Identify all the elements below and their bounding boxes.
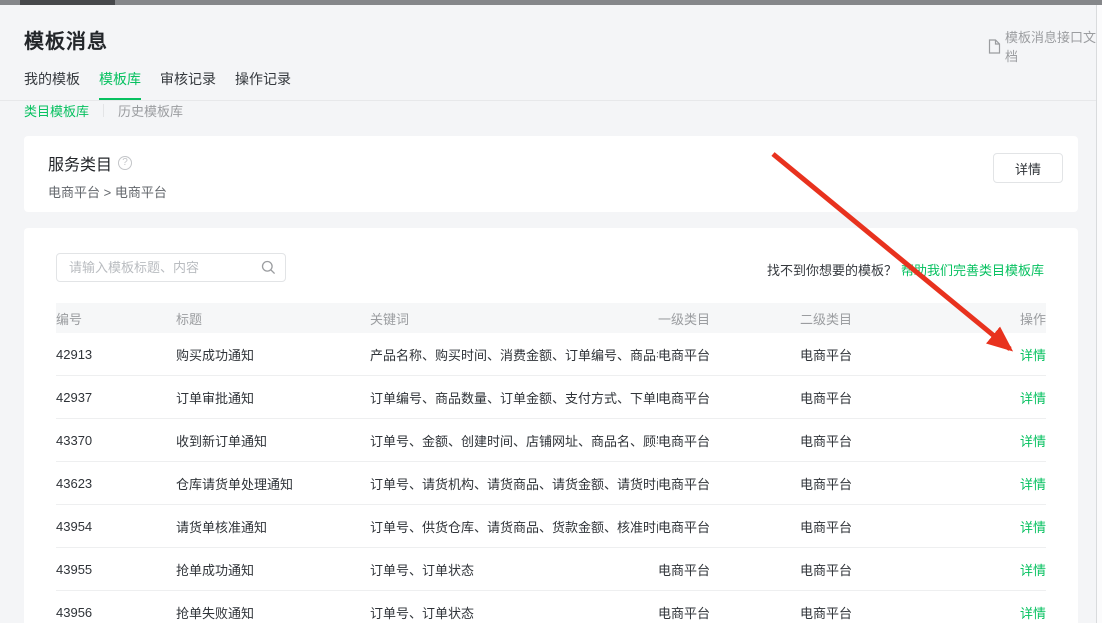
col-header-cat2: 二级类目 bbox=[800, 309, 986, 328]
cell-keywords: 订单号、供货仓库、请货商品、货款金额、核准时间 bbox=[370, 517, 658, 536]
row-detail-link[interactable]: 详情 bbox=[1020, 477, 1046, 492]
cell-id: 42937 bbox=[56, 390, 176, 405]
table-row: 42913 购买成功通知 产品名称、购买时间、消费金额、订单编号、商品名称、支.… bbox=[56, 333, 1046, 376]
row-detail-link[interactable]: 详情 bbox=[1020, 391, 1046, 406]
subnav-history-library[interactable]: 历史模板库 bbox=[118, 101, 183, 120]
category-detail-button[interactable]: 详情 bbox=[993, 153, 1063, 183]
service-category-title: 服务类目 bbox=[48, 151, 112, 175]
cell-cat2: 电商平台 bbox=[800, 560, 986, 579]
tab-review-records[interactable]: 审核记录 bbox=[160, 69, 216, 100]
browser-edge-bar bbox=[0, 0, 1102, 5]
table-row: 43954 请货单核准通知 订单号、供货仓库、请货商品、货款金额、核准时间 电商… bbox=[56, 505, 1046, 548]
cell-title: 仓库请货单处理通知 bbox=[176, 474, 370, 493]
cell-keywords: 订单编号、商品数量、订单金额、支付方式、下单时间 bbox=[370, 388, 658, 407]
subnav-category-library[interactable]: 类目模板库 bbox=[24, 101, 89, 120]
template-table: 编号 标题 关键词 一级类目 二级类目 操作 42913 购买成功通知 产品名称… bbox=[56, 303, 1046, 623]
cell-title: 购买成功通知 bbox=[176, 345, 370, 364]
table-row: 42937 订单审批通知 订单编号、商品数量、订单金额、支付方式、下单时间 电商… bbox=[56, 376, 1046, 419]
cell-cat2: 电商平台 bbox=[800, 431, 986, 450]
col-header-title: 标题 bbox=[176, 309, 370, 328]
cell-id: 43955 bbox=[56, 562, 176, 577]
cell-cat2: 电商平台 bbox=[800, 603, 986, 622]
cell-id: 43954 bbox=[56, 519, 176, 534]
cell-cat1: 电商平台 bbox=[658, 517, 800, 536]
help-icon[interactable]: ? bbox=[118, 156, 132, 170]
cell-id: 42913 bbox=[56, 347, 176, 362]
table-row: 43955 抢单成功通知 订单号、订单状态 电商平台 电商平台 详情 bbox=[56, 548, 1046, 591]
template-api-doc-link[interactable]: 模板消息接口文档 bbox=[988, 27, 1102, 65]
tab-operation-records[interactable]: 操作记录 bbox=[235, 69, 291, 100]
cell-cat1: 电商平台 bbox=[658, 560, 800, 579]
cell-cat1: 电商平台 bbox=[658, 345, 800, 364]
cell-id: 43370 bbox=[56, 433, 176, 448]
cell-keywords: 订单号、订单状态 bbox=[370, 603, 658, 622]
cell-cat2: 电商平台 bbox=[800, 474, 986, 493]
cell-keywords: 产品名称、购买时间、消费金额、订单编号、商品名称、支... bbox=[370, 345, 658, 364]
col-header-keywords: 关键词 bbox=[370, 309, 658, 328]
cant-find-template-text: 找不到你想要的模板？ bbox=[767, 263, 897, 278]
main-tabs: 我的模板 模板库 审核记录 操作记录 bbox=[0, 69, 1096, 101]
cell-cat1: 电商平台 bbox=[658, 474, 800, 493]
row-detail-link[interactable]: 详情 bbox=[1020, 520, 1046, 535]
doc-link-label: 模板消息接口文档 bbox=[1005, 27, 1102, 65]
breadcrumb: 电商平台 > 电商平台 bbox=[48, 182, 167, 201]
cell-cat2: 电商平台 bbox=[800, 517, 986, 536]
scrollbar-track[interactable] bbox=[1096, 5, 1102, 623]
cell-cat2: 电商平台 bbox=[800, 388, 986, 407]
search-icon[interactable] bbox=[261, 260, 276, 280]
row-detail-link[interactable]: 详情 bbox=[1020, 348, 1046, 363]
cell-cat2: 电商平台 bbox=[800, 345, 986, 364]
template-table-card: 找不到你想要的模板？ 帮助我们完善类目模板库 编号 标题 关键词 一级类目 二级类… bbox=[24, 228, 1078, 623]
col-header-id: 编号 bbox=[56, 309, 176, 328]
cell-title: 抢单成功通知 bbox=[176, 560, 370, 579]
cell-cat1: 电商平台 bbox=[658, 388, 800, 407]
cell-id: 43956 bbox=[56, 605, 176, 620]
row-detail-link[interactable]: 详情 bbox=[1020, 563, 1046, 578]
cell-keywords: 订单号、请货机构、请货商品、请货金额、请货时间 bbox=[370, 474, 658, 493]
browser-edge-dark-segment bbox=[20, 0, 115, 5]
search-input[interactable] bbox=[56, 253, 286, 282]
cell-cat1: 电商平台 bbox=[658, 431, 800, 450]
library-subnav: 类目模板库 历史模板库 bbox=[24, 101, 183, 120]
cell-title: 订单审批通知 bbox=[176, 388, 370, 407]
cell-title: 抢单失败通知 bbox=[176, 603, 370, 622]
tab-template-library[interactable]: 模板库 bbox=[99, 69, 141, 100]
table-row: 43956 抢单失败通知 订单号、订单状态 电商平台 电商平台 详情 bbox=[56, 591, 1046, 623]
cell-cat1: 电商平台 bbox=[658, 603, 800, 622]
col-header-cat1: 一级类目 bbox=[658, 309, 800, 328]
cell-title: 收到新订单通知 bbox=[176, 431, 370, 450]
table-row: 43370 收到新订单通知 订单号、金额、创建时间、店铺网址、商品名、顾客、数量… bbox=[56, 419, 1046, 462]
document-icon bbox=[988, 39, 1001, 54]
improve-library-link[interactable]: 帮助我们完善类目模板库 bbox=[901, 263, 1044, 278]
page-title: 模板消息 bbox=[24, 25, 108, 54]
row-detail-link[interactable]: 详情 bbox=[1020, 434, 1046, 449]
cell-id: 43623 bbox=[56, 476, 176, 491]
cell-keywords: 订单号、金额、创建时间、店铺网址、商品名、顾客、数量... bbox=[370, 431, 658, 450]
cell-keywords: 订单号、订单状态 bbox=[370, 560, 658, 579]
tab-my-templates[interactable]: 我的模板 bbox=[24, 69, 80, 100]
row-detail-link[interactable]: 详情 bbox=[1020, 606, 1046, 621]
cell-title: 请货单核准通知 bbox=[176, 517, 370, 536]
col-header-action: 操作 bbox=[986, 309, 1046, 328]
table-row: 43623 仓库请货单处理通知 订单号、请货机构、请货商品、请货金额、请货时间 … bbox=[56, 462, 1046, 505]
service-category-card: 服务类目 ? 电商平台 > 电商平台 详情 bbox=[24, 136, 1078, 212]
subnav-divider bbox=[103, 104, 104, 117]
table-header-row: 编号 标题 关键词 一级类目 二级类目 操作 bbox=[56, 303, 1046, 333]
